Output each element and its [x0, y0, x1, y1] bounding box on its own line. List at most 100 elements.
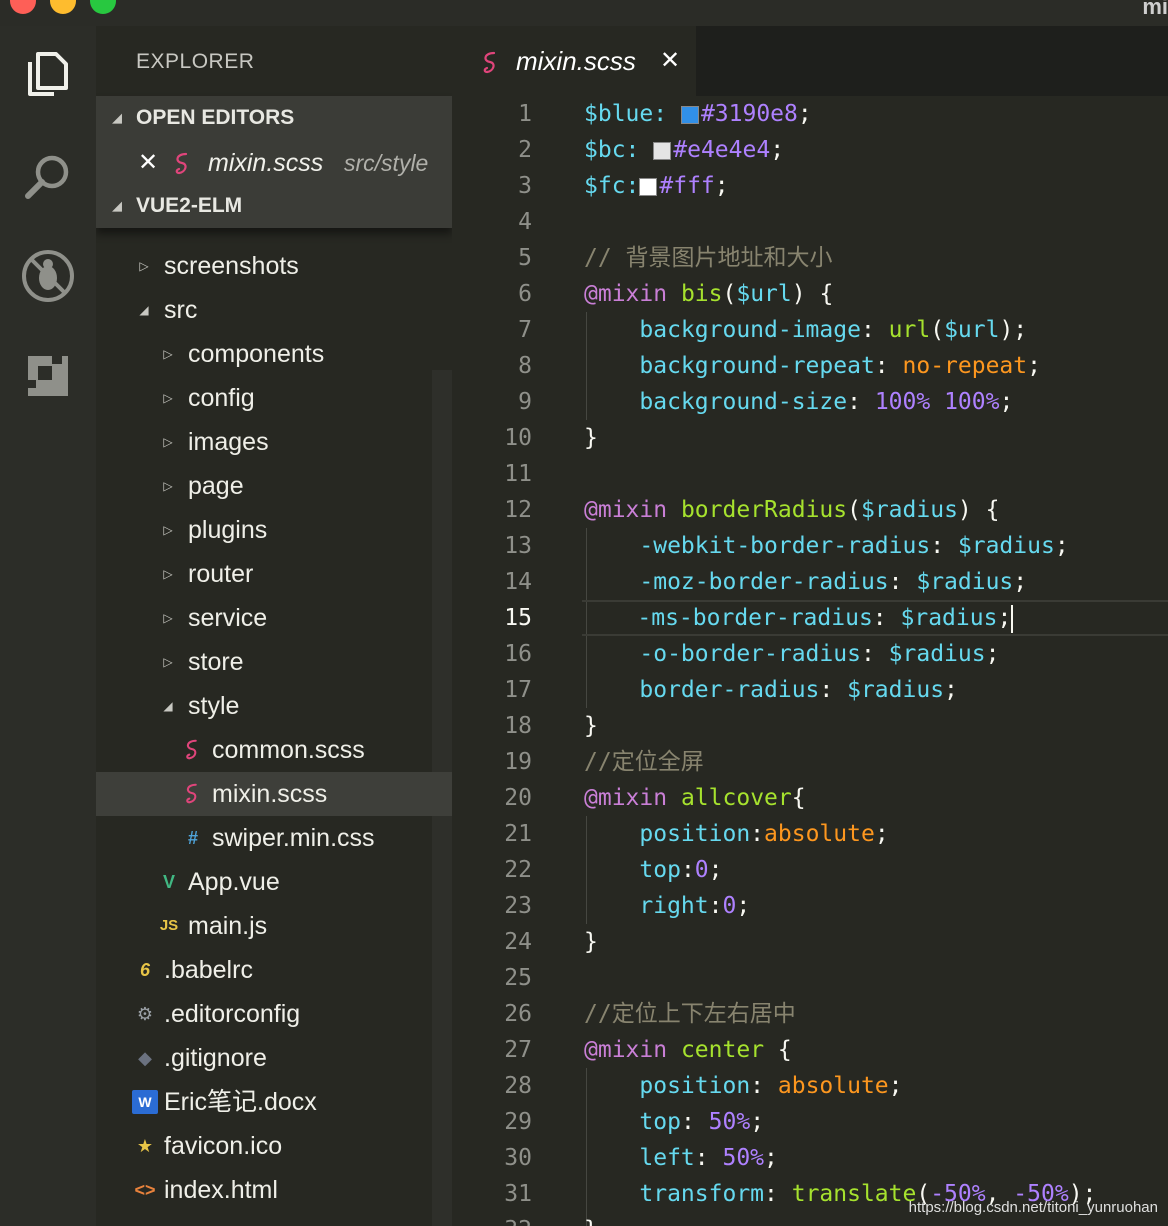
chevron-right-icon[interactable]: ▷ — [160, 420, 176, 464]
chevron-right-icon[interactable]: ▷ — [160, 464, 176, 508]
chevron-down-icon[interactable]: ◢ — [136, 288, 152, 332]
open-editor-item[interactable]: ✕ mixin.scss src/style — [96, 142, 452, 184]
code-line[interactable]: $fc: #fff; — [584, 168, 729, 204]
tab-mixin-scss[interactable]: mixin.scss ✕ — [452, 26, 696, 96]
open-editors-header[interactable]: ◢ OPEN EDITORS — [96, 98, 452, 138]
search-icon[interactable] — [18, 146, 78, 206]
code-line[interactable]: //定位全屏 — [584, 744, 704, 780]
tree-item[interactable]: ◆ .gitignore — [96, 1036, 452, 1080]
tree-item[interactable]: <> index.html — [96, 1168, 452, 1212]
line-number: 16 — [504, 641, 532, 667]
code-line[interactable]: background-size: 100% 100%; — [584, 384, 1013, 420]
chevron-right-icon[interactable]: ▷ — [160, 596, 176, 640]
line-number: 13 — [504, 533, 532, 559]
chevron-right-icon[interactable]: ▷ — [136, 244, 152, 288]
line-number: 3 — [518, 173, 532, 199]
tree-item[interactable]: # swiper.min.css — [96, 816, 452, 860]
code-line[interactable]: @mixin borderRadius($radius) { — [584, 492, 999, 528]
tree-item-label: App.vue — [188, 868, 280, 896]
color-swatch-icon[interactable] — [680, 105, 699, 124]
tree-item[interactable]: ▷ service — [96, 596, 452, 640]
debug-icon[interactable] — [18, 246, 78, 306]
tree-item[interactable]: mixin.scss — [96, 772, 452, 816]
gear-file-icon: ⚙ — [136, 1004, 154, 1024]
babel-file-icon: 6 — [139, 960, 150, 980]
close-editor-icon[interactable]: ✕ — [138, 142, 158, 184]
close-window-button[interactable] — [10, 0, 36, 14]
code-editor[interactable]: 1 2 3 4 5 6 7 8 9 10 11 12 13 14 15 16 17 18 19 20 21 22 23 24 2… — [452, 96, 1168, 1226]
tree-item[interactable]: V App.vue — [96, 860, 452, 904]
code-line[interactable]: -moz-border-radius: $radius; — [584, 564, 1027, 600]
tree-item[interactable]: ◢ src — [96, 288, 452, 332]
extensions-icon[interactable] — [18, 346, 78, 406]
code-line[interactable]: @mixin allcover{ — [584, 780, 806, 816]
chevron-right-icon[interactable]: ▷ — [160, 640, 176, 684]
tree-item-label: config — [188, 384, 255, 412]
project-header[interactable]: ◢ VUE2-ELM — [96, 186, 452, 226]
line-number: 11 — [504, 461, 532, 487]
explorer-title: EXPLORER — [136, 50, 255, 73]
code-line[interactable]: -webkit-border-radius: $radius; — [584, 528, 1068, 564]
code-line[interactable]: @mixin center { — [584, 1032, 792, 1068]
chevron-right-icon[interactable]: ▷ — [160, 552, 176, 596]
line-number: 10 — [504, 425, 532, 451]
tree-item-label: .gitignore — [164, 1044, 267, 1072]
tree-item[interactable]: JS main.js — [96, 904, 452, 948]
code-line[interactable]: position: absolute; — [584, 1068, 902, 1104]
code-line[interactable]: -ms-border-radius: $radius; — [582, 600, 1168, 636]
zoom-window-button[interactable] — [90, 0, 116, 14]
code-line[interactable]: } — [584, 1212, 598, 1226]
tree-item[interactable]: ▷ components — [96, 332, 452, 376]
tab-close-icon[interactable]: ✕ — [660, 46, 680, 75]
chevron-right-icon[interactable]: ▷ — [160, 332, 176, 376]
tree-item[interactable]: ▷ images — [96, 420, 452, 464]
code-line[interactable]: } — [584, 420, 598, 456]
tree-item[interactable]: ▷ screenshots — [96, 244, 452, 288]
tree-item[interactable]: ▷ config — [96, 376, 452, 420]
tree-item[interactable]: ★ favicon.ico — [96, 1124, 452, 1168]
tree-item[interactable]: ▷ page — [96, 464, 452, 508]
chevron-right-icon[interactable]: ▷ — [160, 376, 176, 420]
line-number: 14 — [504, 569, 532, 595]
code-line[interactable]: position:absolute; — [584, 816, 888, 852]
tab-label: mixin.scss — [516, 46, 636, 76]
tree-item[interactable]: ◢ style — [96, 684, 452, 728]
css-file-icon: # — [187, 828, 198, 848]
code-line[interactable]: @mixin bis($url) { — [584, 276, 833, 312]
line-number: 27 — [504, 1037, 532, 1063]
line-number: 12 — [504, 497, 532, 523]
code-line[interactable]: left: 50%; — [584, 1140, 778, 1176]
line-number: 31 — [504, 1181, 532, 1207]
chevron-down-icon[interactable]: ◢ — [160, 684, 176, 728]
chevron-right-icon[interactable]: ▷ — [160, 508, 176, 552]
tree-item[interactable]: common.scss — [96, 728, 452, 772]
code-line[interactable]: background-image: url($url); — [584, 312, 1027, 348]
code-line[interactable]: right:0; — [584, 888, 750, 924]
tree-item[interactable]: W Eric笔记.docx — [96, 1080, 452, 1124]
line-number: 20 — [504, 785, 532, 811]
chevron-down-icon: ◢ — [112, 198, 122, 213]
code-line[interactable]: } — [584, 708, 598, 744]
code-line[interactable]: top:0; — [584, 852, 722, 888]
color-swatch-icon[interactable] — [653, 141, 672, 160]
tree-item[interactable]: ⚙ .editorconfig — [96, 992, 452, 1036]
explorer-files-icon[interactable] — [18, 44, 78, 104]
code-line[interactable]: $bc: #e4e4e4; — [584, 132, 784, 168]
tree-item[interactable]: 6 .babelrc — [96, 948, 452, 992]
code-line[interactable]: // 背景图片地址和大小 — [584, 240, 833, 276]
code-line[interactable]: border-radius: $radius; — [584, 672, 958, 708]
tree-item[interactable]: ▷ store — [96, 640, 452, 684]
tree-item[interactable]: ▷ plugins — [96, 508, 452, 552]
line-number: 30 — [504, 1145, 532, 1171]
line-number: 2 — [518, 137, 532, 163]
color-swatch-icon[interactable] — [639, 177, 658, 196]
code-line[interactable]: background-repeat: no-repeat; — [584, 348, 1041, 384]
code-line[interactable]: top: 50%; — [584, 1104, 764, 1140]
code-line[interactable]: -o-border-radius: $radius; — [584, 636, 999, 672]
tree-item-label: .babelrc — [164, 956, 253, 984]
code-line[interactable]: //定位上下左右居中 — [584, 996, 796, 1032]
code-line[interactable]: $blue: #3190e8; — [584, 96, 812, 132]
code-line[interactable]: } — [584, 924, 598, 960]
minimize-window-button[interactable] — [50, 0, 76, 14]
tree-item[interactable]: ▷ router — [96, 552, 452, 596]
